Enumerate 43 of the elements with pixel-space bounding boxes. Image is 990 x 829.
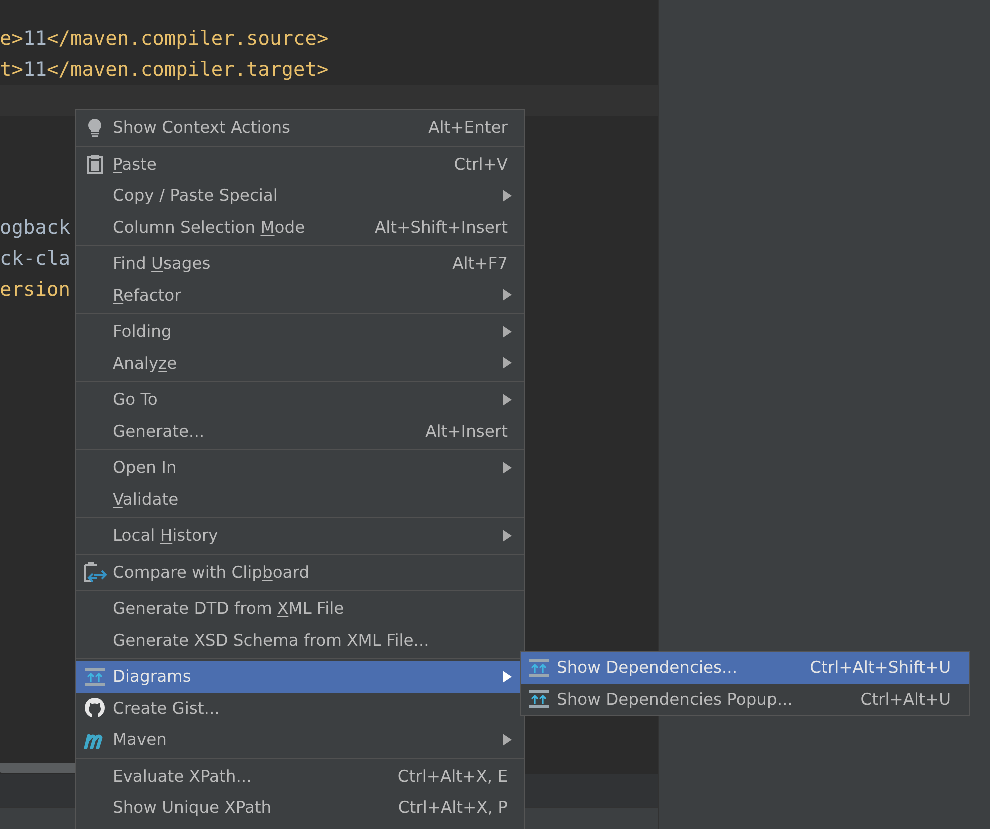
clipboard-icon	[86, 154, 102, 174]
code-line: ck-cla	[0, 246, 70, 272]
menu-item[interactable]: Validate	[76, 484, 524, 515]
menu-item[interactable]: Open In	[76, 452, 524, 484]
menu-item[interactable]: Maven	[76, 724, 524, 756]
shortcut-label: Alt+Enter	[428, 118, 508, 138]
menu-item[interactable]: Generate DTD from XML File	[76, 593, 524, 624]
diagram-icon	[528, 658, 550, 678]
diagram-icon	[84, 666, 106, 687]
code-line: ersion	[0, 277, 70, 303]
menu-item[interactable]: Show Context Actions Alt+Enter	[76, 112, 524, 144]
menu-item[interactable]: Show Dependencies... Ctrl+Alt+Shift+U	[521, 652, 969, 684]
shortcut-label: Alt+F7	[452, 254, 508, 274]
shortcut-label: Alt+Insert	[426, 422, 508, 441]
menu-item[interactable]: Analyze	[76, 348, 524, 379]
shortcut-label: Ctrl+Alt+X, E	[398, 766, 508, 786]
menu-item[interactable]: Find Usages Alt+F7	[76, 248, 524, 280]
compare-icon	[82, 561, 106, 584]
cat-logo-icon	[84, 697, 106, 720]
diagram-icon	[528, 689, 550, 710]
menu-item[interactable]: Generate XSD Schema from XML File...	[76, 624, 524, 656]
code-line: t>11</maven.compiler.target>	[0, 57, 329, 83]
shortcut-label: Alt+Shift+Insert	[374, 218, 508, 237]
menu-item[interactable]: Copy / Paste Special	[76, 180, 524, 212]
code-line: e>11</maven.compiler.source>	[0, 26, 329, 52]
menu-item[interactable]: Compare with Clipboard	[76, 556, 524, 588]
menu-item[interactable]: Column Selection Mode Alt+Shift+Insert	[76, 212, 524, 243]
code-line: ogback	[0, 215, 70, 241]
menu-item[interactable]: Local History	[76, 520, 524, 552]
menu-item[interactable]: Go To	[76, 384, 524, 416]
menu-item[interactable]: Create Gist...	[76, 692, 524, 724]
menu-item[interactable]: Show Unique XPath Ctrl+Alt+X, P	[76, 792, 524, 824]
menu-item[interactable]: Folding	[76, 316, 524, 348]
shortcut-label: Ctrl+Alt+U	[860, 690, 951, 709]
menu-item[interactable]: Show Dependencies Popup... Ctrl+Alt+U	[521, 684, 969, 715]
shortcut-label: Ctrl+Alt+X, P	[398, 798, 508, 818]
shortcut-label: Ctrl+Alt+Shift+U	[810, 658, 951, 678]
menu-item[interactable]: Refactor	[76, 280, 524, 311]
menu-item[interactable]: Paste Ctrl+V	[76, 148, 524, 180]
lightbulb-icon	[86, 118, 104, 138]
shortcut-label: Ctrl+V	[454, 154, 508, 174]
menu-item[interactable]: Evaluate XPath... Ctrl+Alt+X, E	[76, 760, 524, 792]
menu-item[interactable]: Generate... Alt+Insert	[76, 416, 524, 447]
